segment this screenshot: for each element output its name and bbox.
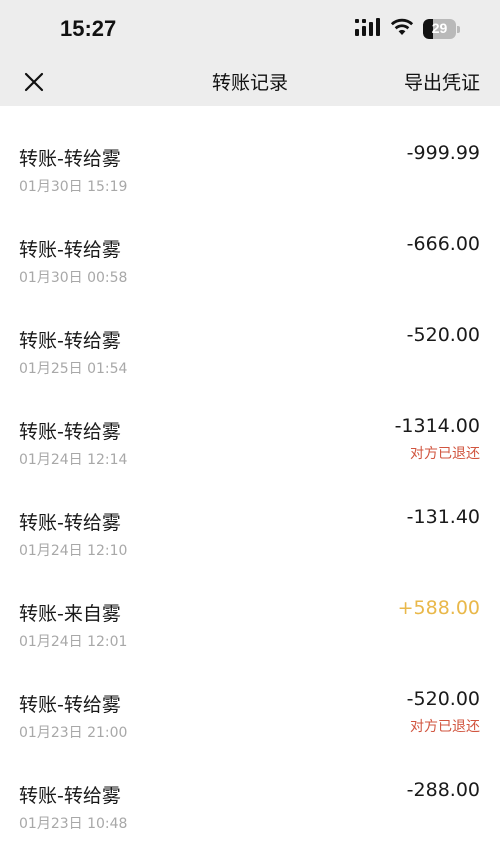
- transaction-title: 转账-转给雾: [19, 421, 121, 443]
- transaction-time: 01月24日 12:01: [19, 634, 128, 650]
- status-icons: 29: [355, 18, 460, 40]
- transaction-row[interactable]: 转账-来自雾 01月24日 12:01 +588.00: [0, 561, 500, 652]
- transaction-title: 转账-转给雾: [19, 512, 121, 534]
- status-time: 15:27: [60, 16, 117, 41]
- transaction-title: 转账-转给雾: [19, 694, 121, 716]
- battery-level: 29: [431, 20, 448, 36]
- transaction-time: 01月24日 12:14: [19, 452, 128, 468]
- transaction-title: 转账-转给雾: [19, 239, 121, 261]
- wifi-icon: [390, 18, 414, 40]
- transaction-amount: -131.40: [406, 506, 480, 528]
- transaction-row[interactable]: 转账-转给雾 01月23日 21:00 -520.00 对方已退还: [0, 652, 500, 743]
- transaction-row[interactable]: 转账-转给雾 01月30日 15:19 -999.99: [0, 106, 500, 197]
- battery-tip: [457, 25, 460, 33]
- transaction-time: 01月23日 21:00: [19, 725, 128, 741]
- transaction-amount: -520.00: [406, 324, 480, 346]
- refund-status-note: 对方已退还: [410, 446, 480, 462]
- status-bar: 15:27 29: [0, 0, 500, 58]
- transaction-row[interactable]: 转账-转给雾 01月24日 12:10 -131.40: [0, 470, 500, 561]
- transaction-amount: -520.00: [406, 688, 480, 710]
- transaction-time: 01月25日 01:54: [19, 361, 128, 377]
- transaction-title: 转账-转给雾: [19, 330, 121, 352]
- battery-icon: 29: [423, 19, 456, 39]
- transaction-time: 01月24日 12:10: [19, 543, 128, 559]
- transaction-list: 转账-转给雾 01月30日 15:19 -999.99 转账-转给雾 01月30日 00…: [0, 106, 500, 834]
- transaction-title: 转账-转给雾: [19, 785, 121, 807]
- transaction-time: 01月30日 15:19: [19, 179, 128, 195]
- transaction-title: 转账-转给雾: [19, 148, 121, 170]
- transaction-amount: -1314.00: [394, 415, 480, 437]
- transaction-amount: -288.00: [406, 779, 480, 801]
- transaction-time: 01月30日 00:58: [19, 270, 128, 286]
- transaction-amount: -999.99: [406, 142, 480, 164]
- export-voucher-button[interactable]: 导出凭证: [404, 68, 480, 95]
- nav-bar: 转账记录 导出凭证: [0, 58, 500, 106]
- transaction-amount: +588.00: [397, 597, 480, 619]
- transaction-title: 转账-来自雾: [19, 603, 121, 625]
- transaction-amount: -666.00: [406, 233, 480, 255]
- refund-status-note: 对方已退还: [410, 719, 480, 735]
- transaction-time: 01月23日 10:48: [19, 816, 128, 832]
- transaction-row[interactable]: 转账-转给雾 01月23日 10:48 -288.00: [0, 743, 500, 834]
- transaction-row[interactable]: 转账-转给雾 01月24日 12:14 -1314.00 对方已退还: [0, 379, 500, 470]
- transaction-row[interactable]: 转账-转给雾 01月30日 00:58 -666.00: [0, 197, 500, 288]
- transaction-row[interactable]: 转账-转给雾 01月25日 01:54 -520.00: [0, 288, 500, 379]
- cellular-signal-icon: [355, 18, 381, 40]
